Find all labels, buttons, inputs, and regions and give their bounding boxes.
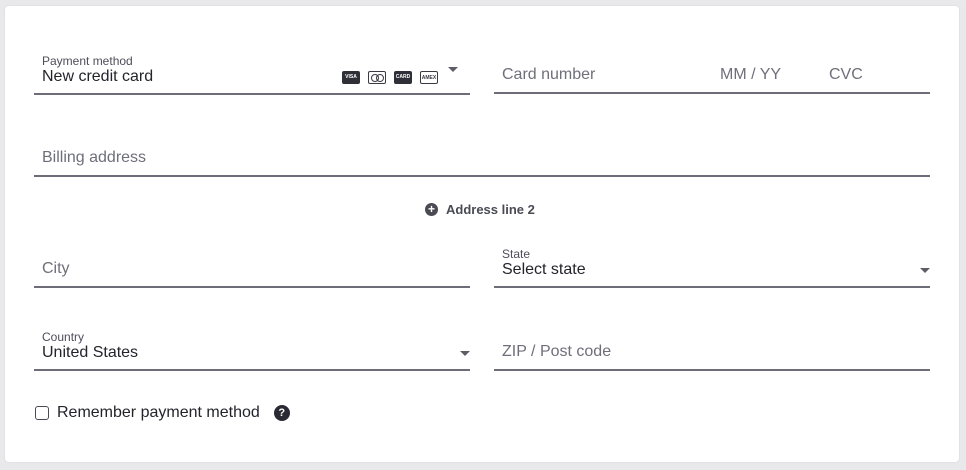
- payment-method-value: New credit card: [42, 68, 154, 85]
- state-value: Select state: [502, 261, 586, 278]
- cvc-input[interactable]: CVC: [829, 66, 863, 84]
- chevron-down-icon[interactable]: [448, 67, 458, 72]
- payment-method-select[interactable]: Payment method New credit card VISA CARD…: [34, 54, 470, 95]
- chevron-down-icon[interactable]: [920, 268, 930, 273]
- expiry-input[interactable]: MM / YY: [720, 66, 781, 84]
- zip-input[interactable]: ZIP / Post code: [494, 337, 930, 371]
- payment-method-label: Payment method: [42, 54, 133, 68]
- payment-form: Payment method New credit card VISA CARD…: [5, 6, 959, 462]
- amex-icon: AMEX: [420, 71, 438, 84]
- state-label: State: [502, 247, 531, 261]
- zip-placeholder: ZIP / Post code: [502, 343, 612, 360]
- address-line-2-label: Address line 2: [446, 202, 535, 217]
- country-label: Country: [42, 330, 85, 344]
- remember-payment-checkbox[interactable]: [35, 406, 49, 420]
- city-placeholder: City: [42, 260, 70, 277]
- state-select[interactable]: State Select state: [494, 247, 930, 288]
- help-icon[interactable]: ?: [273, 405, 290, 421]
- add-address-line-2-button[interactable]: + Address line 2: [425, 202, 535, 217]
- mastercard-icon: [368, 71, 386, 84]
- billing-address-placeholder: Billing address: [42, 149, 147, 166]
- billing-address-input[interactable]: Billing address: [34, 143, 930, 177]
- card-brands: VISA CARD AMEX: [342, 71, 438, 84]
- card-details-field[interactable]: Card number MM / YY CVC: [494, 60, 930, 94]
- plus-circle-icon: +: [425, 203, 438, 216]
- city-input[interactable]: City: [34, 254, 470, 288]
- chevron-down-icon[interactable]: [460, 351, 470, 356]
- card-icon: CARD: [394, 71, 412, 84]
- remember-payment-row: Remember payment method ?: [35, 404, 290, 422]
- country-value: United States: [42, 344, 139, 361]
- visa-icon: VISA: [342, 71, 360, 84]
- country-select[interactable]: Country United States: [34, 330, 470, 371]
- card-number-input[interactable]: Card number: [502, 66, 595, 84]
- remember-payment-label[interactable]: Remember payment method: [57, 404, 260, 422]
